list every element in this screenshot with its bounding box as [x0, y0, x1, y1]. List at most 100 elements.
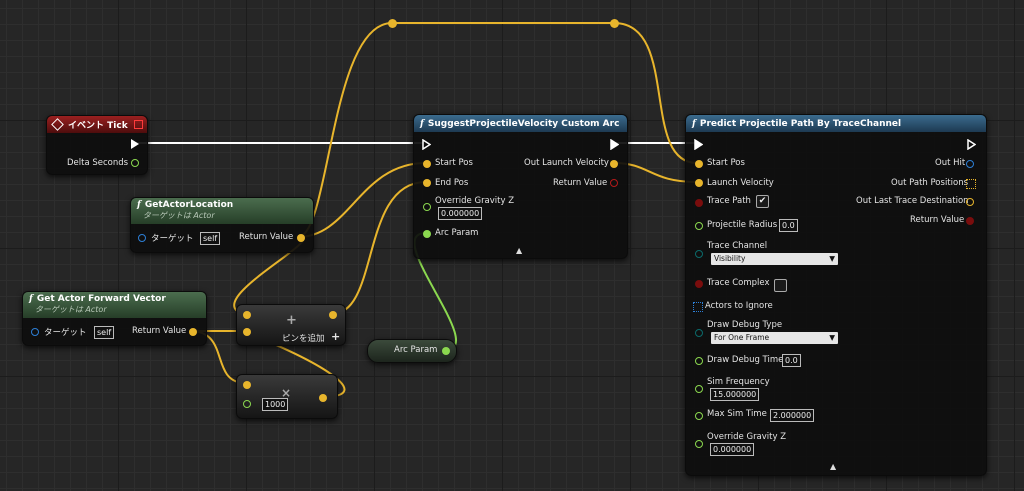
return-value-pin[interactable]: [610, 179, 618, 187]
trace-channel-value: Visibility: [714, 254, 746, 263]
out-launch-velocity-pin[interactable]: [610, 160, 618, 168]
draw-debug-type-label: Draw Debug Type: [707, 320, 783, 330]
reroute-knot-right[interactable]: [610, 19, 619, 28]
target-label: ターゲット: [44, 328, 87, 338]
start-pos-pin[interactable]: [423, 160, 431, 168]
out-hit-pin[interactable]: [966, 160, 974, 168]
arc-param-pin[interactable]: [423, 230, 431, 238]
target-pin[interactable]: [31, 328, 39, 336]
get-actor-location-node[interactable]: f GetActorLocation ターゲットは Actor ターゲット se…: [130, 197, 314, 253]
get-actor-location-header: f GetActorLocation ターゲットは Actor: [131, 198, 313, 224]
exec-in-pin[interactable]: [422, 138, 432, 151]
return-value-label: Return Value: [132, 326, 187, 336]
max-sim-time-pin[interactable]: [695, 412, 703, 420]
event-tick-node[interactable]: イベント Tick Delta Seconds: [46, 115, 148, 175]
override-gravity-pin[interactable]: [695, 440, 703, 448]
add-output-pin[interactable]: [329, 311, 337, 319]
dropdown-arrow-icon: ▼: [829, 333, 835, 342]
predict-projectile-path-node[interactable]: f Predict Projectile Path By TraceChanne…: [685, 114, 987, 476]
start-pos-pin[interactable]: [695, 160, 703, 168]
event-tick-header: イベント Tick: [47, 116, 147, 133]
end-pos-pin[interactable]: [423, 179, 431, 187]
override-gravity-pin[interactable]: [423, 203, 431, 211]
draw-debug-time-value-box[interactable]: 0.0: [782, 354, 801, 367]
draw-debug-time-pin[interactable]: [695, 357, 703, 365]
target-value-box[interactable]: self: [200, 232, 221, 245]
multiply-output-pin[interactable]: [319, 394, 327, 402]
out-launch-velocity-label: Out Launch Velocity: [524, 158, 609, 168]
function-icon: f: [420, 118, 424, 129]
exec-in-pin[interactable]: [694, 138, 704, 151]
arc-param-variable-node[interactable]: Arc Param: [367, 339, 457, 363]
draw-debug-time-label: Draw Debug Time: [707, 355, 784, 365]
out-last-trace-destination-pin[interactable]: [966, 198, 974, 206]
out-last-trace-destination-label: Out Last Trace Destination: [856, 196, 969, 206]
trace-complex-checkbox[interactable]: [774, 279, 787, 292]
add-input-b-pin[interactable]: [243, 328, 251, 336]
delta-seconds-pin[interactable]: [131, 159, 139, 167]
add-icon: +: [286, 313, 297, 328]
exec-out-pin[interactable]: [131, 139, 139, 149]
trace-path-checkbox[interactable]: ✔: [756, 195, 769, 208]
out-path-positions-array-pin[interactable]: [966, 179, 976, 189]
function-icon: f: [29, 294, 33, 304]
target-value-box[interactable]: self: [94, 326, 115, 339]
projectile-radius-pin[interactable]: [695, 222, 703, 230]
get-forward-vector-header: f Get Actor Forward Vector ターゲットは Actor: [23, 292, 206, 318]
projectile-radius-value-box[interactable]: 0.0: [779, 219, 798, 232]
add-pin-label[interactable]: ピンを追加: [282, 332, 325, 344]
max-sim-time-value-box[interactable]: 2.000000: [770, 409, 815, 422]
predict-title: Predict Projectile Path By TraceChannel: [699, 118, 902, 129]
wire-location-to-suggest-start: [297, 162, 427, 238]
trace-complex-pin[interactable]: [695, 280, 703, 288]
return-value-label: Return Value: [910, 215, 965, 225]
out-path-positions-label: Out Path Positions: [891, 178, 969, 188]
trace-complex-label: Trace Complex: [707, 278, 770, 288]
get-forward-vector-node[interactable]: f Get Actor Forward Vector ターゲットは Actor …: [22, 291, 207, 346]
get-actor-location-title: GetActorLocation: [144, 200, 234, 210]
get-forward-vector-title: Get Actor Forward Vector: [36, 294, 166, 304]
override-gravity-label: Override Gravity Z: [707, 432, 787, 442]
suggest-projectile-velocity-node[interactable]: f SuggestProjectileVelocity Custom Arc S…: [413, 114, 628, 259]
draw-debug-type-dropdown[interactable]: For One Frame ▼: [711, 332, 838, 344]
collapse-arrow-icon[interactable]: ▲: [516, 246, 522, 255]
sim-frequency-pin[interactable]: [695, 385, 703, 393]
add-input-a-pin[interactable]: [243, 311, 251, 319]
trace-channel-dropdown[interactable]: Visibility ▼: [711, 253, 838, 265]
return-value-pin[interactable]: [189, 328, 197, 336]
launch-velocity-label: Launch Velocity: [707, 178, 774, 188]
exec-out-pin[interactable]: [610, 138, 620, 151]
suggest-header: f SuggestProjectileVelocity Custom Arc: [414, 115, 627, 132]
reroute-knot-left[interactable]: [388, 19, 397, 28]
draw-debug-type-value: For One Frame: [714, 333, 770, 342]
add-vector-node[interactable]: + ピンを追加 +: [236, 304, 346, 346]
return-value-pin[interactable]: [297, 234, 305, 242]
override-gravity-value-box[interactable]: 0.000000: [710, 443, 755, 456]
return-value-label: Return Value: [553, 178, 608, 188]
launch-velocity-pin[interactable]: [695, 179, 703, 187]
arc-param-var-pin[interactable]: [442, 347, 450, 355]
collapse-arrow-icon[interactable]: ▲: [830, 462, 836, 471]
function-icon: f: [137, 200, 141, 210]
trace-channel-pin[interactable]: [695, 250, 703, 258]
multiply-value-box[interactable]: 1000: [262, 398, 289, 411]
target-pin[interactable]: [138, 234, 146, 242]
override-gravity-label: Override Gravity Z: [435, 196, 515, 206]
trace-path-pin[interactable]: [695, 199, 703, 207]
target-label: ターゲット: [151, 234, 194, 244]
return-value-pin[interactable]: [966, 217, 974, 225]
draw-debug-type-pin[interactable]: [695, 329, 703, 337]
actors-to-ignore-array-pin[interactable]: [693, 302, 703, 312]
get-actor-location-subtitle: ターゲットは Actor: [142, 211, 215, 220]
override-gravity-value-box[interactable]: 0.000000: [438, 207, 483, 220]
predict-header: f Predict Projectile Path By TraceChanne…: [686, 115, 986, 132]
multiply-node[interactable]: × 1000: [236, 374, 338, 419]
delegate-pin-icon[interactable]: [134, 120, 143, 129]
exec-out-pin[interactable]: [967, 138, 977, 151]
sim-frequency-value-box[interactable]: 15.000000: [710, 388, 760, 401]
add-pin-plus-icon[interactable]: +: [331, 330, 340, 343]
start-pos-label: Start Pos: [435, 158, 473, 168]
wire-add-to-suggest-end: [331, 181, 427, 315]
multiply-input-b-pin[interactable]: [243, 400, 251, 408]
multiply-input-a-pin[interactable]: [243, 381, 251, 389]
